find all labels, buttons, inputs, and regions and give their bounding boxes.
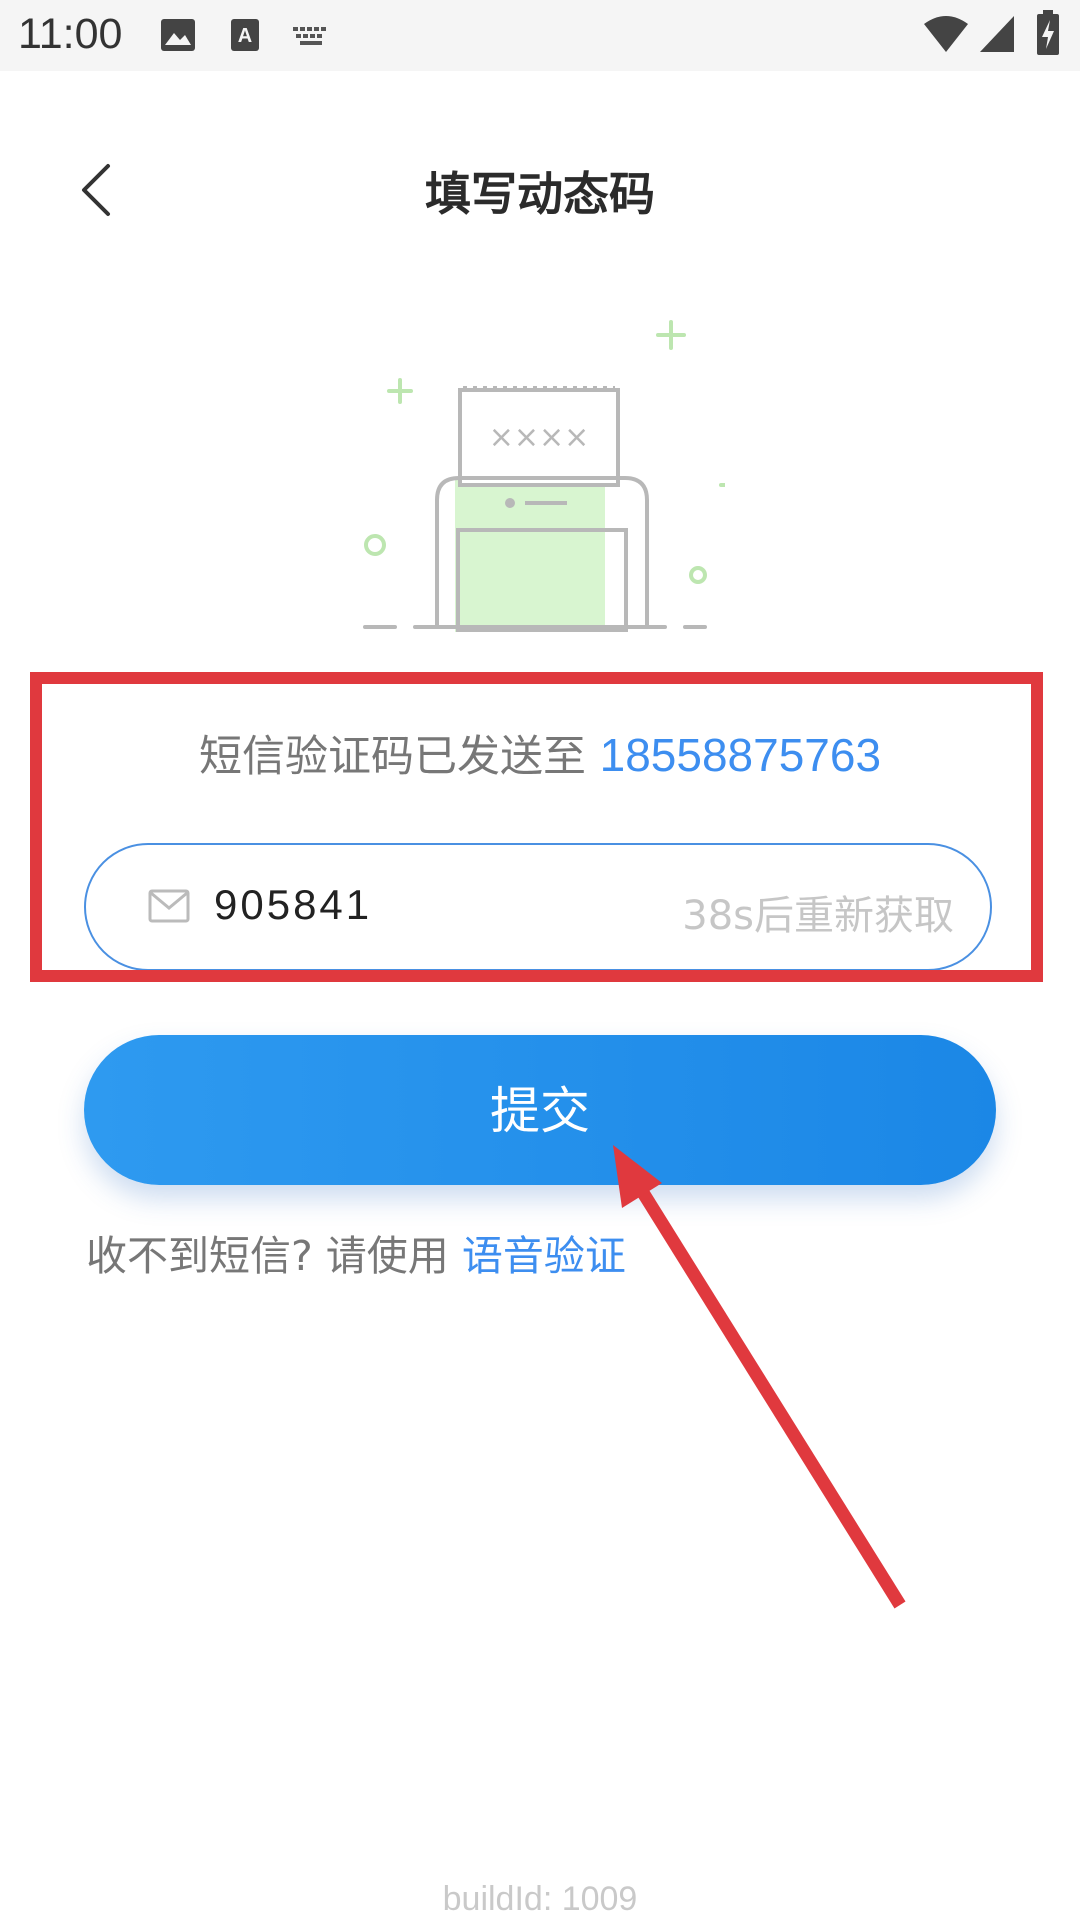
page-title: 填写动态码	[425, 167, 655, 221]
status-bar: 11:00 A	[0, 0, 1080, 71]
highlight-box	[30, 672, 1043, 982]
submit-button[interactable]: 提交	[84, 1035, 996, 1185]
keyboard-icon	[293, 27, 326, 45]
text-a-icon: A	[231, 19, 259, 51]
image-icon	[161, 19, 195, 51]
voice-prompt: 收不到短信? 请使用	[86, 1232, 449, 1280]
build-id: buildId: 1009	[442, 1880, 638, 1918]
voice-verification-line: 收不到短信? 请使用 语音验证	[86, 1222, 626, 1282]
illustration-code-text: ××××	[489, 420, 590, 455]
battery-charging-icon	[1037, 10, 1059, 55]
svg-text:A: A	[238, 25, 252, 47]
wifi-icon	[924, 16, 968, 52]
voice-verification-link[interactable]: 语音验证	[462, 1232, 626, 1280]
signal-icon	[980, 16, 1014, 52]
status-time: 11:00	[18, 10, 123, 58]
sms-code-illustration: ××××	[363, 320, 725, 632]
